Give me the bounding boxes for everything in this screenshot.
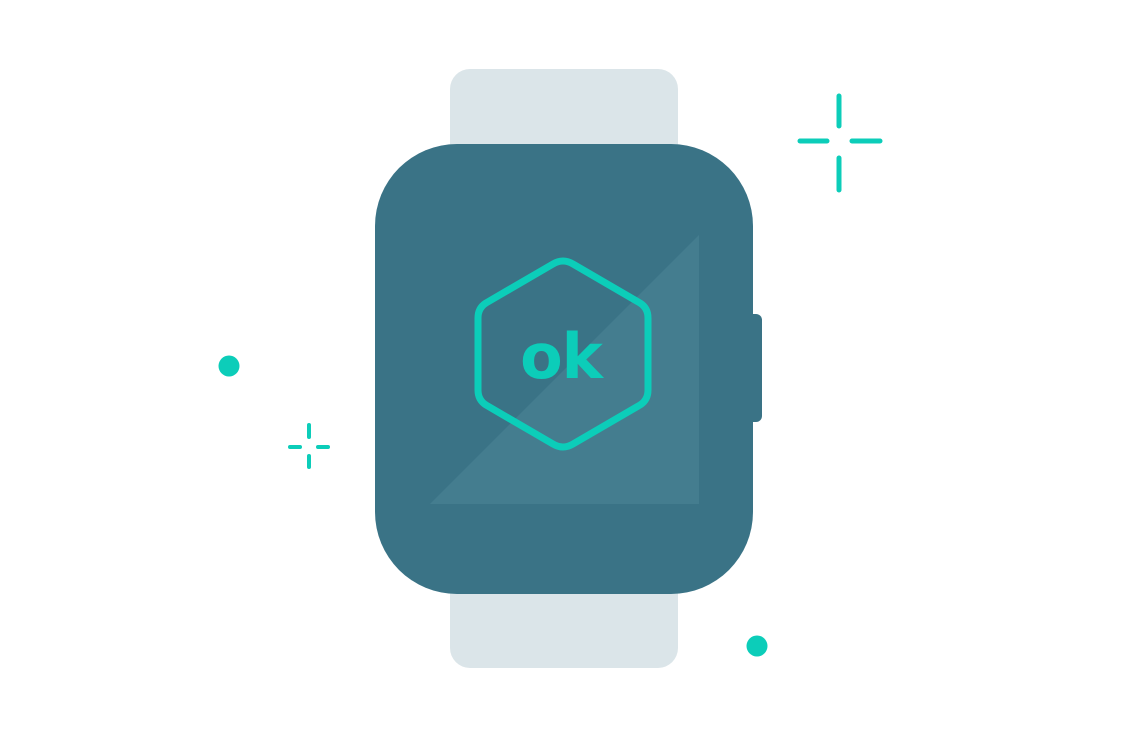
badge-ok-text: ok [520,320,605,393]
sparkle-icon [288,423,330,469]
dot-icon [218,355,240,377]
sparkle-icon [797,93,883,193]
illustration-canvas: ok [218,69,883,668]
dot-icon [746,635,768,657]
